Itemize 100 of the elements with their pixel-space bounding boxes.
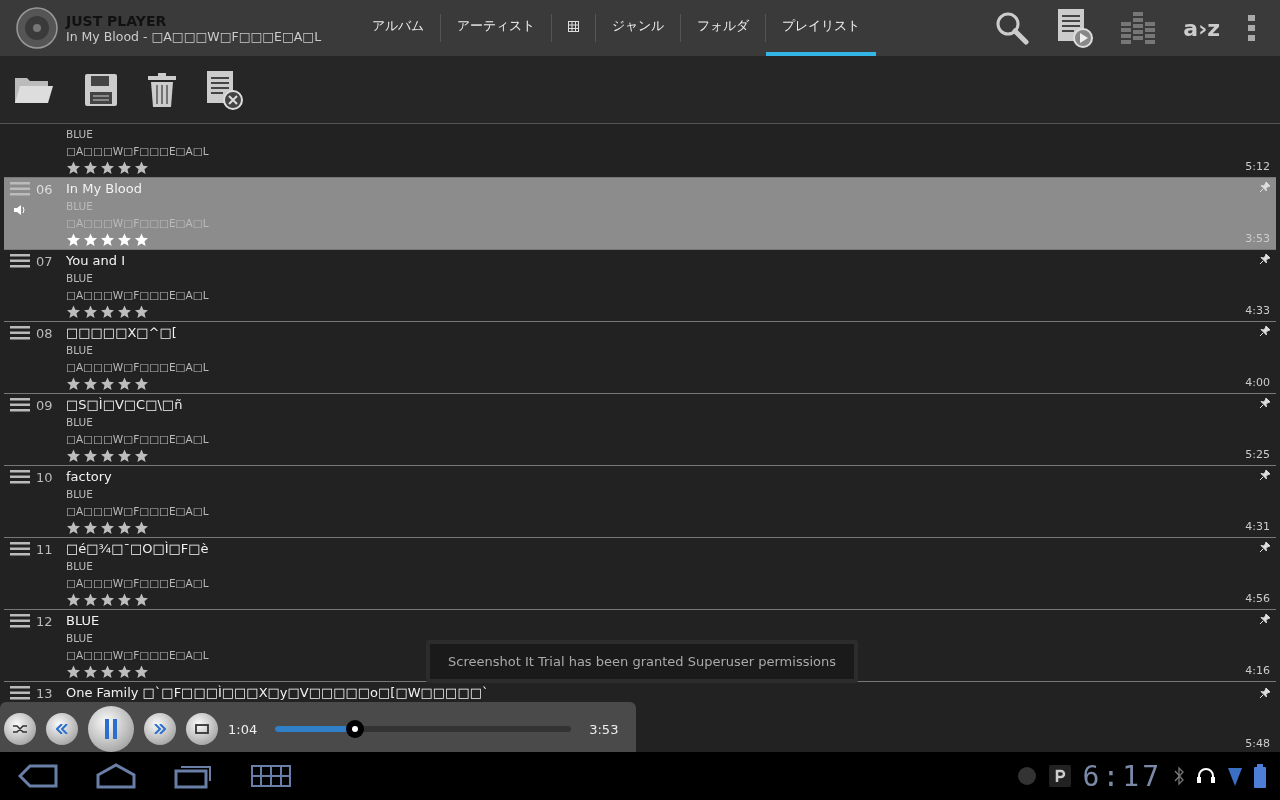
forward-button[interactable] <box>144 713 176 745</box>
tab[interactable]: ジャンル <box>596 0 680 56</box>
star-icon <box>100 521 115 535</box>
star-icon <box>134 305 149 319</box>
bluetooth-icon <box>1174 766 1184 786</box>
track-duration: 4:00 <box>1245 376 1270 389</box>
seek-thumb[interactable] <box>346 720 365 738</box>
pin-icon[interactable] <box>1260 470 1270 480</box>
star-icon <box>66 593 81 607</box>
album-name: □A□□□W□F□□□E□A□L <box>66 432 209 447</box>
star-icon <box>100 161 115 175</box>
star-icon <box>134 521 149 535</box>
track-row[interactable]: 10 factory BLUE □A□□□W□F□□□E□A□L 4:31 <box>4 466 1276 538</box>
star-icon <box>83 593 98 607</box>
p-app-icon <box>1048 765 1071 787</box>
rewind-button[interactable] <box>46 713 78 745</box>
star-icon <box>100 233 115 247</box>
search-icon[interactable] <box>995 11 1030 45</box>
drag-handle-icon <box>10 326 30 340</box>
star-icon <box>83 233 98 247</box>
track-title: In My Blood <box>66 180 143 198</box>
pin-icon[interactable] <box>1260 254 1270 264</box>
track-number: 11 <box>36 542 53 558</box>
home-icon[interactable] <box>96 763 136 789</box>
star-icon <box>66 665 81 679</box>
star-icon <box>83 521 98 535</box>
track-row[interactable]: 08 □□□□□X□^□[ BLUE □A□□□W□F□□□E□A□L 4:00 <box>4 322 1276 394</box>
album-name: □A□□□W□F□□□E□A□L <box>66 144 209 159</box>
track-duration: 4:56 <box>1245 592 1270 605</box>
playlist-play-icon[interactable] <box>1057 8 1094 48</box>
star-icon <box>117 377 132 391</box>
track-number: 08 <box>36 326 53 342</box>
drag-handle-icon <box>10 542 30 556</box>
overflow-menu-icon[interactable] <box>1248 15 1256 41</box>
track-duration: 5:25 <box>1245 448 1270 461</box>
star-icon <box>66 377 81 391</box>
pin-icon[interactable] <box>1260 326 1270 336</box>
trash-icon[interactable] <box>148 72 176 107</box>
track-title: □é□¾□¯□O□Ì□F□è <box>66 540 209 558</box>
track-duration: 4:33 <box>1245 304 1270 317</box>
circle-icon <box>1016 766 1037 786</box>
clear-playlist-icon[interactable] <box>206 69 244 110</box>
drag-handle-icon <box>10 398 30 412</box>
star-icon <box>134 665 149 679</box>
artist-name: BLUE <box>66 127 94 142</box>
track-duration: 4:16 <box>1245 664 1270 677</box>
tab[interactable]: フォルダ <box>681 0 765 56</box>
star-icon <box>100 593 115 607</box>
artist-name: BLUE <box>66 487 94 502</box>
total-time: 3:53 <box>589 721 619 737</box>
pin-icon[interactable] <box>1260 614 1270 624</box>
star-icon <box>117 521 132 535</box>
tab[interactable]: アルバム <box>356 0 440 56</box>
star-icon <box>83 161 98 175</box>
artist-name: BLUE <box>66 631 94 646</box>
track-row[interactable]: 07 You and I BLUE □A□□□W□F□□□E□A□L 4:33 <box>4 250 1276 322</box>
track-row[interactable]: 09 □S□Ì□V□C□\□ñ BLUE □A□□□W□F□□□E□A□L 5:25 <box>4 394 1276 466</box>
shuffle-button[interactable] <box>4 713 36 745</box>
star-icon <box>134 233 149 247</box>
back-icon[interactable] <box>18 764 58 788</box>
star-icon <box>66 521 81 535</box>
grid-icon[interactable] <box>250 764 292 788</box>
star-icon <box>117 305 132 319</box>
track-number: 09 <box>36 398 53 414</box>
track-title: □□□□□X□^□[ <box>66 324 178 342</box>
star-icon <box>117 665 132 679</box>
star-icon <box>117 233 132 247</box>
star-icon <box>134 161 149 175</box>
pause-button[interactable] <box>88 706 134 752</box>
track-title: BLUE <box>66 612 101 630</box>
sort-button[interactable]: a›z <box>1183 15 1220 41</box>
pin-icon[interactable] <box>1260 542 1270 552</box>
repeat-icon <box>195 724 209 734</box>
now-playing-text: In My Blood - □A□□□W□F□□□E□A□L <box>66 28 323 44</box>
track-number: 07 <box>36 254 53 270</box>
track-title: factory <box>66 468 113 486</box>
signal-icon <box>1228 766 1242 786</box>
star-icon <box>117 449 132 463</box>
drag-handle-icon <box>10 686 30 700</box>
recent-apps-icon[interactable] <box>174 763 212 789</box>
artist-name: BLUE <box>66 271 94 286</box>
speaker-icon <box>13 204 27 216</box>
album-name: □A□□□W□F□□□E□A□L <box>66 576 209 591</box>
star-icon <box>117 593 132 607</box>
track-duration: 5:12 <box>1245 160 1270 173</box>
pin-icon[interactable] <box>1260 688 1270 698</box>
save-icon[interactable] <box>84 72 118 107</box>
drag-handle-icon <box>10 254 30 268</box>
star-icon <box>83 449 98 463</box>
artist-name: BLUE <box>66 415 94 430</box>
track-row[interactable]: 11 □é□¾□¯□O□Ì□F□è BLUE □A□□□W□F□□□E□A□L 4:56 <box>4 538 1276 610</box>
track-title: One Family □`□F□□□Ì□□□X□y□V□□□□□o□[□W□□□□□` <box>66 684 489 702</box>
tab[interactable]: アーティスト <box>441 0 551 56</box>
repeat-button[interactable] <box>186 713 218 745</box>
equalizer-icon[interactable] <box>1121 12 1156 44</box>
pin-icon[interactable] <box>1260 398 1270 408</box>
track-title: You and I <box>66 252 126 270</box>
star-icon <box>100 305 115 319</box>
grid-icon <box>568 20 579 32</box>
star-icon <box>66 305 81 319</box>
